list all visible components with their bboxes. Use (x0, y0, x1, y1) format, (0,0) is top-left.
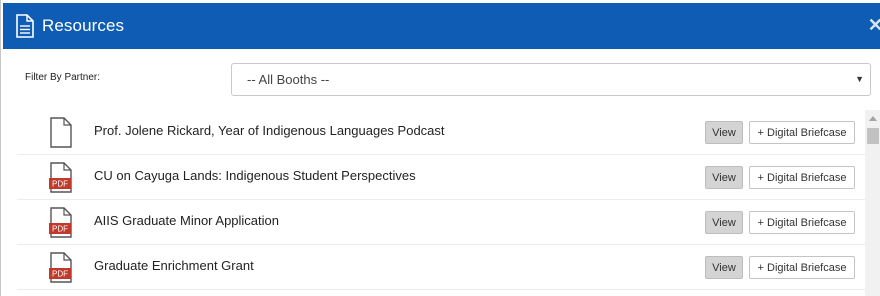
scrollbar-thumb[interactable] (867, 128, 879, 144)
resource-row: PDF Graduate Enrichment Grant View + Dig… (17, 245, 865, 290)
resource-title[interactable]: CU on Cayuga Lands: Indigenous Student P… (94, 168, 416, 183)
pdf-file-icon: PDF (49, 252, 72, 283)
add-to-briefcase-button[interactable]: + Digital Briefcase (749, 121, 855, 144)
partner-filter-select[interactable]: -- All Booths -- ▼ (231, 63, 871, 96)
document-icon (16, 14, 34, 38)
view-button[interactable]: View (705, 166, 743, 189)
view-button[interactable]: View (705, 211, 743, 234)
view-button[interactable]: View (705, 121, 743, 144)
modal-header: Resources ✕ (3, 3, 880, 49)
add-to-briefcase-button[interactable]: + Digital Briefcase (749, 211, 855, 234)
resource-title[interactable]: Prof. Jolene Rickard, Year of Indigenous… (94, 123, 445, 138)
partner-filter-value: -- All Booths -- (247, 72, 330, 87)
add-to-briefcase-button[interactable]: + Digital Briefcase (749, 256, 855, 279)
resource-list: Prof. Jolene Rickard, Year of Indigenous… (17, 110, 865, 296)
view-button[interactable]: View (705, 256, 743, 279)
pdf-badge-label: PDF (52, 225, 68, 234)
resource-title[interactable]: Graduate Enrichment Grant (94, 258, 254, 273)
resource-row: Prof. Jolene Rickard, Year of Indigenous… (17, 110, 865, 155)
filter-row: Filter By Partner: -- All Booths -- ▼ (1, 62, 880, 98)
scroll-up-arrow-icon[interactable] (869, 116, 877, 121)
filter-label: Filter By Partner: (25, 72, 101, 83)
modal-title: Resources (42, 16, 125, 35)
caret-down-icon: ▼ (855, 74, 864, 84)
pdf-file-icon: PDF (49, 162, 72, 193)
resource-row: PDF AIIS Graduate Minor Application View… (17, 200, 865, 245)
file-icon (50, 117, 72, 148)
list-scrollbar[interactable] (865, 110, 880, 296)
add-to-briefcase-button[interactable]: + Digital Briefcase (749, 166, 855, 189)
pdf-file-icon: PDF (49, 207, 72, 238)
close-icon[interactable]: ✕ (868, 15, 880, 36)
pdf-badge-label: PDF (52, 270, 68, 279)
resources-modal: Resources ✕ Filter By Partner: -- All Bo… (0, 0, 880, 296)
pdf-badge-label: PDF (52, 180, 68, 189)
resource-title[interactable]: AIIS Graduate Minor Application (94, 213, 279, 228)
resource-row: PDF CU on Cayuga Lands: Indigenous Stude… (17, 155, 865, 200)
